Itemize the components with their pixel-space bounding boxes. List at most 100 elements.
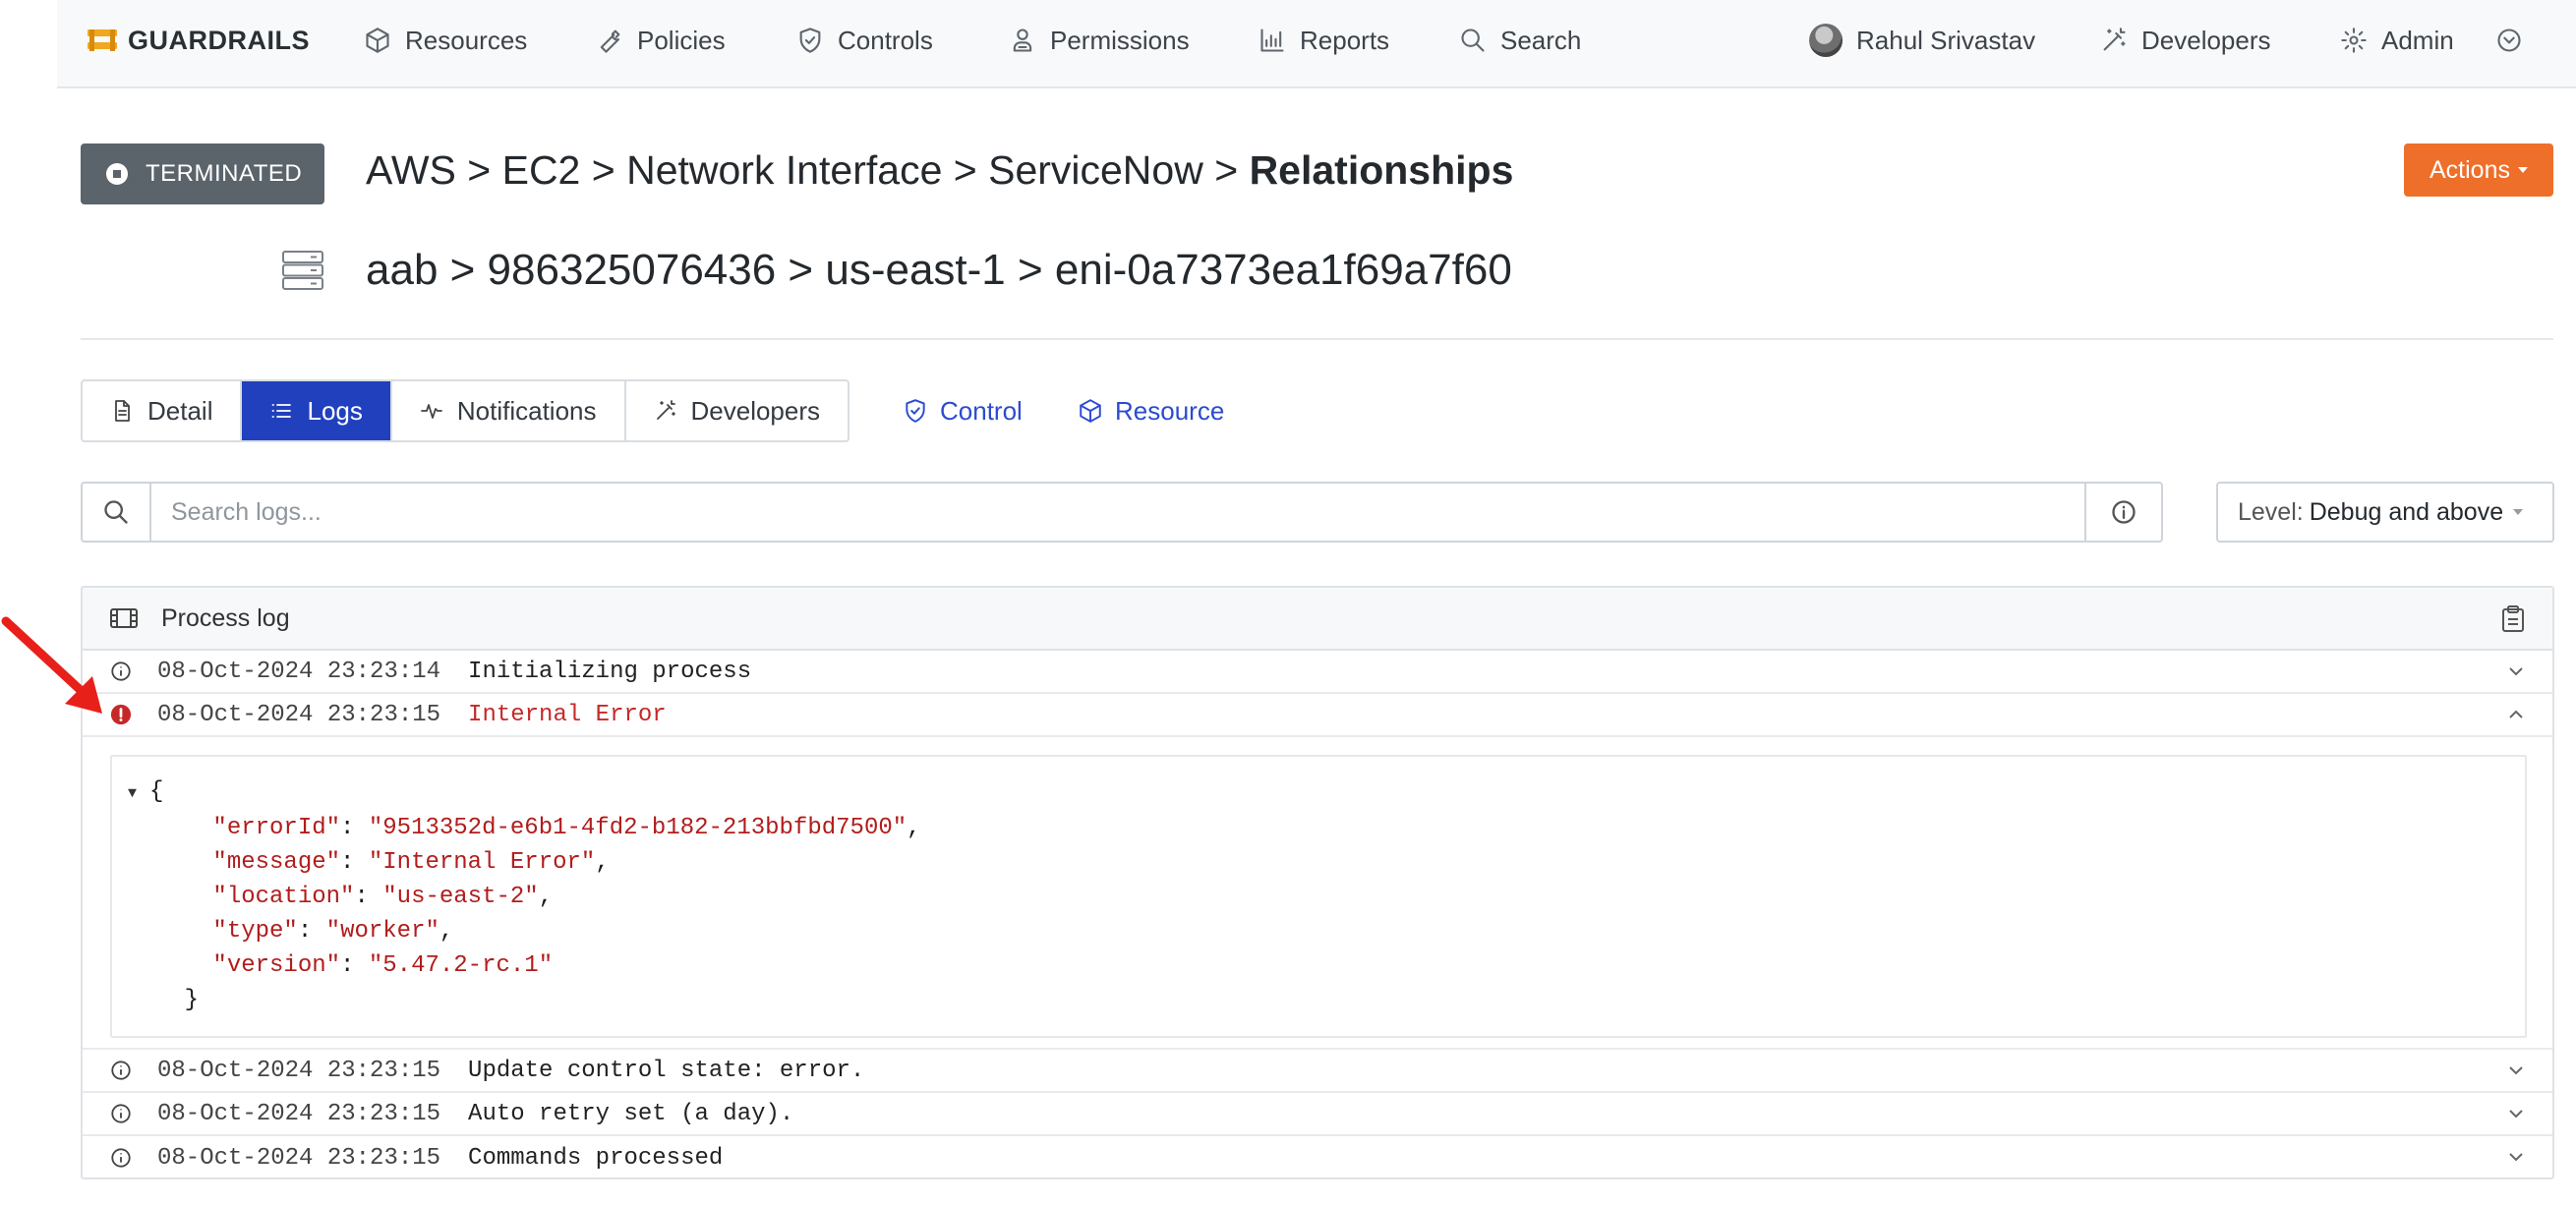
status-badge-label: TERMINATED <box>146 160 303 187</box>
log-entry[interactable]: 08-Oct-2024 23:23:14 Initializing proces… <box>83 651 2552 694</box>
nav-search-label: Search <box>1500 25 1582 55</box>
nav-developers[interactable]: Developers <box>2100 0 2271 81</box>
search-addon <box>83 484 151 541</box>
document-icon <box>115 400 130 422</box>
error-message-text: Internal Error <box>382 849 581 876</box>
json-value-message: "Internal Error" <box>368 849 596 876</box>
caret-down-icon <box>2513 509 2524 515</box>
json-close: } <box>128 987 200 1013</box>
search-help-button[interactable] <box>2084 484 2161 541</box>
tab-developers-label: Developers <box>690 395 821 426</box>
search-input[interactable] <box>151 484 2084 541</box>
breadcrumb-resource[interactable]: aab > 986325076436 > us-east-1 > eni-0a7… <box>366 246 1512 295</box>
process-log-panel: Process log 08-Oct-2024 23:23:14 Initial… <box>81 586 2554 1179</box>
nav-user-name: Rahul Srivastav <box>1856 25 2036 55</box>
log-search-group <box>81 482 2163 543</box>
log-timestamp: 08-Oct-2024 23:23:15 <box>157 1057 441 1084</box>
breadcrumb-type-path[interactable]: AWS > EC2 > Network Interface > ServiceN… <box>366 147 1250 193</box>
log-message: Update control state: error. <box>468 1057 865 1084</box>
json-key: "location" <box>212 884 355 910</box>
resource-link[interactable]: Resource <box>1078 379 1224 442</box>
clipboard-icon[interactable] <box>2501 605 2525 633</box>
control-link-label: Control <box>940 395 1023 426</box>
control-link[interactable]: Control <box>903 379 1023 442</box>
log-entry-error[interactable]: 08-Oct-2024 23:23:15 Internal Error <box>83 694 2552 737</box>
tab-logs[interactable]: Logs <box>242 381 392 440</box>
breadcrumb-type: AWS > EC2 > Network Interface > ServiceN… <box>366 147 1513 194</box>
log-message: Commands processed <box>468 1144 724 1172</box>
breadcrumb-type-current: Relationships <box>1249 147 1514 193</box>
error-id-text: 9513352d-e6b1-4fd2-b182-213bbfbd7500 <box>382 815 893 841</box>
log-message: Initializing process <box>468 658 752 685</box>
tab-logs-label: Logs <box>307 395 363 426</box>
brand-name: GUARDRAILS <box>128 25 310 55</box>
top-navbar: GUARDRAILS Resources Policies Controls P… <box>57 0 2576 88</box>
nav-resources-label: Resources <box>405 25 528 55</box>
json-viewer: ▼{ "errorId": "9513352d-e6b1-4fd2-b182-2… <box>110 755 2527 1038</box>
json-value-error-id: "9513352d-e6b1-4fd2-b182-213bbfbd7500" <box>368 815 907 841</box>
chevron-down-icon <box>2509 667 2523 676</box>
nav-reports[interactable]: Reports <box>1259 0 1389 81</box>
guardrails-logo-icon <box>88 29 117 51</box>
log-entry[interactable]: 08-Oct-2024 23:23:15 Commands processed <box>83 1136 2552 1179</box>
stop-icon <box>106 163 128 185</box>
log-message: Auto retry set (a day). <box>468 1100 794 1127</box>
log-entry[interactable]: 08-Oct-2024 23:23:15 Update control stat… <box>83 1050 2552 1093</box>
tab-notifications-label: Notifications <box>456 395 597 426</box>
json-key: "errorId" <box>212 815 341 841</box>
tab-group: Detail Logs Notifications Developers <box>81 379 850 442</box>
info-circle-icon <box>2112 500 2136 524</box>
tab-notifications[interactable]: Notifications <box>392 381 626 440</box>
log-entry[interactable]: 08-Oct-2024 23:23:15 Auto retry set (a d… <box>83 1093 2552 1136</box>
nav-admin-label: Admin <box>2381 25 2454 55</box>
json-value-type: "worker" <box>325 918 439 945</box>
actions-button[interactable]: Actions <box>2404 143 2553 197</box>
info-circle-icon <box>111 1148 131 1168</box>
nav-search[interactable]: Search <box>1459 0 1581 81</box>
log-message: Internal Error <box>468 701 667 728</box>
process-log-header: Process log <box>83 588 2552 651</box>
shield-check-icon <box>906 399 925 423</box>
level-select[interactable]: Level: Debug and above <box>2216 482 2554 543</box>
nav-user[interactable]: Rahul Srivastav <box>1809 0 2035 81</box>
log-timestamp: 08-Oct-2024 23:23:15 <box>157 1144 441 1172</box>
process-log-title: Process log <box>161 603 290 632</box>
tab-detail[interactable]: Detail <box>83 381 243 440</box>
actions-button-label: Actions <box>2430 155 2510 184</box>
json-key: "version" <box>212 952 341 979</box>
annotation-arrow-icon <box>1 616 102 714</box>
collapse-triangle-icon[interactable]: ▼ <box>128 776 149 811</box>
resource-link-label: Resource <box>1115 395 1225 426</box>
tab-developers[interactable]: Developers <box>626 381 849 440</box>
chevron-down-icon <box>2509 1110 2523 1119</box>
server-icon <box>282 251 323 290</box>
nav-reports-label: Reports <box>1300 25 1390 55</box>
info-circle-icon <box>111 1061 131 1080</box>
json-key: "type" <box>212 918 298 945</box>
status-badge: TERMINATED <box>81 143 324 204</box>
nav-account-menu[interactable] <box>2495 0 2537 81</box>
nav-permissions-label: Permissions <box>1050 25 1190 55</box>
nav-resources[interactable]: Resources <box>364 0 527 81</box>
nav-controls[interactable]: Controls <box>796 0 933 81</box>
search-icon <box>1461 29 1485 52</box>
chevron-up-icon <box>2509 710 2523 718</box>
brand[interactable]: GUARDRAILS <box>87 0 310 81</box>
json-key: "message" <box>212 849 341 876</box>
nav-policies[interactable]: Policies <box>596 0 726 81</box>
wrench-icon <box>600 29 620 53</box>
nav-admin[interactable]: Admin <box>2340 0 2454 81</box>
json-open[interactable]: ▼{ <box>128 775 2525 811</box>
nav-permissions[interactable]: Permissions <box>1009 0 1190 81</box>
list-icon <box>272 404 292 418</box>
log-timestamp: 08-Oct-2024 23:23:14 <box>157 658 441 685</box>
cube-icon <box>1080 399 1101 423</box>
shield-check-icon <box>799 28 821 53</box>
avatar <box>1809 24 1843 57</box>
json-value-version: "5.47.2-rc.1" <box>368 952 554 979</box>
cube-icon <box>366 28 389 53</box>
caret-down-icon <box>2517 167 2528 173</box>
level-select-value: Debug and above <box>2309 497 2504 526</box>
chevron-down-icon <box>2509 1153 2523 1162</box>
error-type-text: worker <box>340 918 426 945</box>
